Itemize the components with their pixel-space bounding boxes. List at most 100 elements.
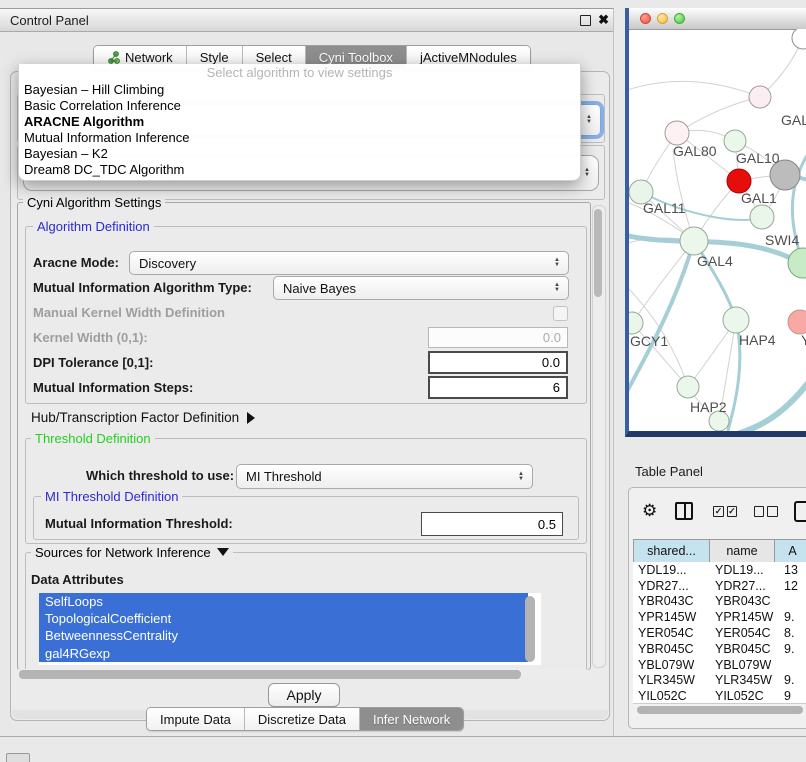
node-partial-top[interactable]	[792, 29, 806, 49]
node-gal80[interactable]	[665, 121, 689, 145]
table-row[interactable]: YDR27...YDR27...12	[633, 578, 806, 594]
network-edge[interactable]	[629, 81, 760, 97]
collapsed-arrow-icon	[247, 412, 255, 424]
table-cell: YBR043C	[633, 594, 710, 608]
settings-scrollbar[interactable]	[592, 205, 606, 668]
table-body: YDL19...YDL19...13YDR27...YDR27...12YBR0…	[633, 562, 806, 703]
table-cell: YDR27...	[710, 579, 775, 593]
attribute-item-topologicalcoefficient[interactable]: TopologicalCoefficient	[39, 610, 528, 627]
attribute-item-betweennesscentrality[interactable]: BetweennessCentrality	[39, 627, 528, 644]
bottom-tab-infer-network[interactable]: Infer Network	[360, 708, 463, 730]
close-icon[interactable]: ✖	[598, 12, 609, 28]
manual-kernel-checkbox[interactable]	[553, 306, 568, 321]
network-window-titlebar[interactable]	[629, 8, 806, 30]
split-columns-icon[interactable]	[675, 502, 693, 520]
column-header-a[interactable]: A	[775, 540, 806, 563]
checked-checkbox-icon[interactable]: ✓	[727, 506, 737, 517]
table-row[interactable]: YPR145WYPR145W9.	[633, 609, 806, 625]
table-row[interactable]: YBL079WYBL079W	[633, 657, 806, 673]
table-row[interactable]: YBR043CYBR043C	[633, 594, 806, 610]
algorithm-option-mutual-information-inference[interactable]: Mutual Information Inference	[19, 130, 580, 146]
table-cell: 9	[775, 689, 806, 703]
which-threshold-combo[interactable]: MI Threshold ▲▼	[236, 464, 533, 489]
algorithm-option-dream8-dc-tdc-algorithm[interactable]: Dream8 DC_TDC Algorithm	[19, 162, 580, 178]
expanded-arrow-icon	[217, 548, 229, 556]
table-cell: 8.	[775, 626, 806, 640]
table-cell: YBL079W	[710, 658, 775, 672]
bottom-tab-discretize-data[interactable]: Discretize Data	[245, 708, 360, 730]
table-cell: YBL079W	[633, 658, 710, 672]
document-icon[interactable]	[794, 501, 806, 522]
node-salmon[interactable]	[788, 310, 806, 334]
unchecked-checkbox-icon[interactable]	[767, 506, 777, 517]
list-scrollbar[interactable]	[525, 596, 535, 662]
data-attributes-label: Data Attributes	[31, 572, 124, 587]
attribute-item-gal4rgexp[interactable]: gal4RGexp	[39, 645, 528, 662]
table-row[interactable]: YIL052CYIL052C9	[633, 688, 806, 703]
sources-title[interactable]: Sources for Network Inference	[31, 546, 233, 559]
mi-type-label: Mutual Information Algorithm Type:	[33, 280, 252, 295]
mi-steps-field[interactable]: 6	[428, 376, 568, 399]
node-gcy1[interactable]	[629, 312, 643, 334]
control-panel-titlebar[interactable]: Control Panel ✖	[0, 9, 613, 32]
node-gal4[interactable]	[680, 227, 708, 255]
mi-threshold-field[interactable]: 0.5	[421, 512, 563, 536]
table-cell: YBR045C	[633, 642, 710, 656]
network-edge[interactable]	[677, 97, 760, 133]
horizontal-scrollbar[interactable]	[15, 669, 591, 680]
table-cell: 9.	[775, 642, 806, 656]
algorithm-option-bayesian-k2[interactable]: Bayesian – K2	[19, 146, 580, 162]
network-edge-thick[interactable]	[734, 379, 806, 431]
table-header-row: shared...nameA	[633, 539, 806, 563]
node-gal80-label: GAL80	[673, 143, 717, 159]
data-attributes-list[interactable]: SelfLoopsTopologicalCoefficientBetweenne…	[39, 593, 541, 665]
algorithm-option-basic-correlation-inference[interactable]: Basic Correlation Inference	[19, 98, 580, 114]
node-swi4[interactable]	[788, 248, 806, 278]
attribute-item-selfloops[interactable]: SelfLoops	[39, 593, 528, 610]
unchecked-checkbox-icon[interactable]	[754, 506, 764, 517]
dpi-tolerance-field[interactable]: 0.0	[428, 351, 568, 374]
column-header-shared[interactable]: shared...	[633, 540, 710, 563]
corner-button[interactable]	[6, 753, 30, 762]
table-row[interactable]: YER054CYER054C8.	[633, 625, 806, 641]
table-cell: 9.	[775, 610, 806, 624]
table-cell: YIL052C	[633, 689, 710, 703]
table-row[interactable]: YBR045CYBR045C9.	[633, 641, 806, 657]
algorithm-option-aracne-algorithm[interactable]: ARACNE Algorithm	[19, 114, 580, 130]
mi-threshold-title: MI Threshold Definition	[41, 490, 182, 503]
table-cell: YLR345W	[633, 673, 710, 687]
mi-type-combo[interactable]: Naive Bayes ▲▼	[273, 276, 569, 300]
control-panel-title: Control Panel	[10, 13, 89, 28]
table-row[interactable]: YLR345WYLR345W9.	[633, 673, 806, 689]
app-root: Control Panel ✖ NetworkStyleSelectCyni T…	[0, 0, 806, 762]
node-gal10[interactable]	[724, 130, 746, 152]
stepper-arrows-icon: ▲▼	[549, 258, 565, 268]
table-cell: YDL19...	[710, 563, 775, 577]
node-gal1-label: SWI4	[765, 232, 799, 248]
table-row[interactable]: YDL19...YDL19...13	[633, 562, 806, 578]
node-hap4[interactable]	[723, 307, 749, 333]
cyni-settings-title: Cyni Algorithm Settings	[23, 196, 165, 209]
close-traffic-light-icon[interactable]	[640, 13, 651, 24]
column-header-name[interactable]: name	[710, 540, 775, 563]
table-cell: YDR27...	[633, 579, 710, 593]
node-gal-pink[interactable]	[749, 86, 771, 108]
algorithm-option-bayesian-hill-climbing[interactable]: Bayesian – Hill Climbing	[19, 82, 580, 98]
hub-definition-toggle[interactable]: Hub/Transcription Factor Definition	[31, 410, 255, 425]
zoom-traffic-light-icon[interactable]	[674, 13, 685, 24]
node-salmon-label: Y	[801, 332, 806, 348]
dpi-tolerance-label: DPI Tolerance [0,1]:	[33, 355, 153, 370]
kernel-width-field[interactable]: 0.0	[428, 327, 568, 348]
gear-icon[interactable]: ⚙	[642, 501, 657, 521]
minimize-traffic-light-icon[interactable]	[657, 13, 668, 24]
apply-button[interactable]: Apply	[268, 683, 340, 707]
table-horizontal-scrollbar[interactable]	[633, 703, 806, 716]
node-hap2[interactable]	[677, 376, 699, 398]
aracne-mode-combo[interactable]: Discovery ▲▼	[129, 251, 569, 275]
float-window-icon[interactable]	[580, 15, 591, 26]
checked-checkbox-icon[interactable]: ✓	[713, 506, 723, 517]
network-edge[interactable]	[632, 241, 694, 323]
network-canvas[interactable]: GALGAL80GAL10GAL1GAL11SWI4GAL4GCY1HAP4YH…	[629, 29, 806, 431]
bottom-tab-impute-data[interactable]: Impute Data	[147, 708, 245, 730]
node-gal1[interactable]	[750, 205, 774, 229]
